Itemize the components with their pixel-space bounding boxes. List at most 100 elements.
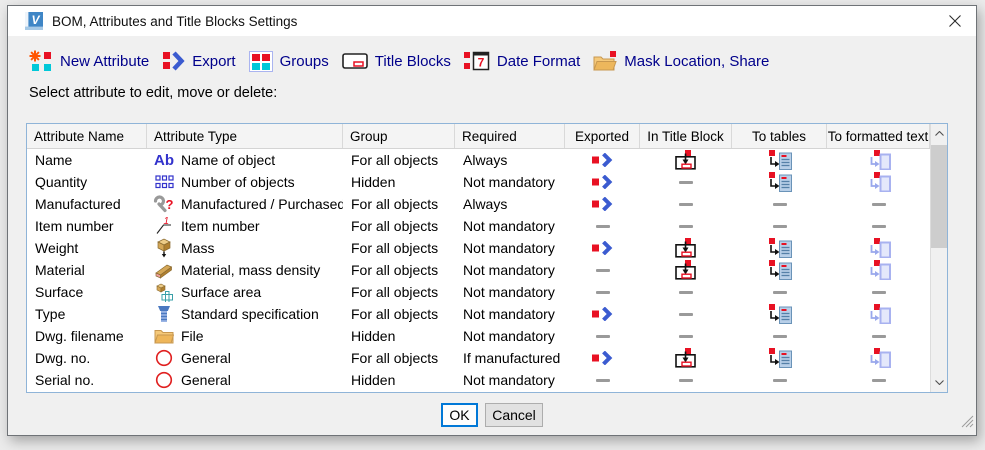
scroll-down-icon[interactable]: [931, 373, 947, 392]
cell-attribute-type: General: [147, 370, 343, 390]
cell-required: Not mandatory: [455, 284, 565, 300]
resize-grip-icon[interactable]: [961, 415, 974, 433]
table-row-material[interactable]: Material Material, mass densityFor all o…: [27, 259, 930, 281]
ok-button[interactable]: OK: [441, 403, 478, 427]
mass-icon: [152, 238, 176, 258]
svg-text:Ab: Ab: [154, 152, 174, 168]
scrollbar-track[interactable]: [931, 143, 947, 373]
svg-text:?: ?: [166, 197, 174, 212]
cell-to-tables: [732, 282, 827, 302]
flag-ftext-icon: [867, 304, 891, 324]
cell-attribute-type: Material, mass density: [147, 260, 343, 280]
table-row-dwg-filename[interactable]: Dwg. filename FileHiddenNot mandatory: [27, 325, 930, 347]
flag-tables-icon: [768, 238, 792, 258]
date-format-icon: 7: [464, 51, 490, 71]
vertical-scrollbar[interactable]: [930, 124, 947, 392]
cell-in-title-block: [640, 260, 732, 280]
toolbar-item-label: Mask Location, Share: [624, 53, 769, 70]
column-header-in-title-block[interactable]: In Title Block: [640, 124, 732, 148]
number-of-objects-icon: [152, 175, 176, 189]
toolbar-item-label: New Attribute: [60, 53, 149, 70]
cell-exported: [565, 197, 640, 211]
flag-exported-icon: [592, 197, 614, 211]
cell-attribute-type: 1Item number: [147, 216, 343, 236]
app-logo-icon: V: [25, 12, 43, 30]
cell-to-formatted-text: [827, 238, 930, 258]
cell-exported: [565, 153, 640, 167]
scrollbar-thumb[interactable]: [931, 145, 947, 248]
cell-to-formatted-text: [827, 348, 930, 368]
surface-area-icon: [152, 282, 176, 302]
title-bar[interactable]: V BOM, Attributes and Title Blocks Setti…: [8, 6, 976, 36]
cell-to-tables: [732, 216, 827, 236]
attribute-type-label: Number of objects: [181, 174, 295, 190]
flag-title-block-icon: [674, 260, 698, 280]
dash-icon: [769, 326, 791, 346]
dash-icon: [592, 216, 614, 236]
dash-icon: [868, 370, 890, 390]
manufactured-purchased-icon: ?: [152, 195, 176, 213]
flag-tables-icon: [768, 172, 792, 192]
cell-required: Always: [455, 196, 565, 212]
cell-group: For all objects: [343, 196, 455, 212]
table-row-serial-no[interactable]: Serial no.GeneralHiddenNot mandatory: [27, 369, 930, 391]
toolbar-item-mask-location-share[interactable]: Mask Location, Share: [593, 51, 769, 72]
instruction-label: Select attribute to edit, move or delete…: [29, 85, 976, 101]
cell-required: Not mandatory: [455, 328, 565, 344]
cell-exported: [565, 260, 640, 280]
table-body: Name AbName of objectFor all objectsAlwa…: [27, 149, 930, 392]
cell-required: Not mandatory: [455, 306, 565, 322]
close-icon[interactable]: [934, 6, 976, 36]
table-row-name[interactable]: Name AbName of objectFor all objectsAlwa…: [27, 149, 930, 171]
column-header-group[interactable]: Group: [343, 124, 455, 148]
groups-icon: [249, 51, 273, 72]
column-header-to-formatted-text[interactable]: To formatted text: [827, 124, 930, 148]
cell-to-formatted-text: [827, 326, 930, 346]
dash-icon: [675, 326, 697, 346]
table-row-dwg-no[interactable]: Dwg. no.GeneralFor all objectsIf manufac…: [27, 347, 930, 369]
toolbar-item-date-format[interactable]: 7Date Format: [464, 51, 580, 71]
cell-attribute-type: Mass: [147, 238, 343, 258]
table-row-item-number[interactable]: Item number 1Item numberFor all objectsN…: [27, 215, 930, 237]
toolbar-item-title-blocks[interactable]: Title Blocks: [342, 53, 451, 70]
cell-in-title-block: [640, 216, 732, 236]
cell-in-title-block: [640, 326, 732, 346]
scroll-up-icon[interactable]: [931, 124, 947, 143]
flag-title-block-icon: [674, 150, 698, 170]
column-header-exported[interactable]: Exported: [565, 124, 640, 148]
column-header-required[interactable]: Required: [455, 124, 565, 148]
flag-tables-icon: [768, 150, 792, 170]
item-number-icon: 1: [152, 216, 176, 236]
table-row-quantity[interactable]: Quantity Number of objectsHiddenNot mand…: [27, 171, 930, 193]
cell-attribute-name: Manufactured: [27, 196, 147, 212]
table-row-manufactured[interactable]: Manufactured ?Manufactured / PurchasedFo…: [27, 193, 930, 215]
toolbar-item-new-attribute[interactable]: New Attribute: [29, 50, 149, 72]
cancel-button[interactable]: Cancel: [485, 403, 543, 427]
cell-exported: [565, 326, 640, 346]
cell-attribute-type: Standard specification: [147, 304, 343, 324]
table-row-weight[interactable]: Weight MassFor all objectsNot mandatory: [27, 237, 930, 259]
title-blocks-icon: [342, 53, 368, 69]
cell-required: Not mandatory: [455, 262, 565, 278]
column-header-to-tables[interactable]: To tables: [732, 124, 827, 148]
cell-exported: [565, 370, 640, 390]
cell-attribute-name: Surface: [27, 284, 147, 300]
dash-icon: [675, 216, 697, 236]
cell-attribute-type: Surface area: [147, 282, 343, 302]
table-row-surface[interactable]: Surface Surface areaFor all objectsNot m…: [27, 281, 930, 303]
column-header-attribute-type[interactable]: Attribute Type: [147, 124, 343, 148]
cell-in-title-block: [640, 172, 732, 192]
column-header-attribute-name[interactable]: Attribute Name: [27, 124, 147, 148]
cell-attribute-name: Weight: [27, 240, 147, 256]
dash-icon: [868, 194, 890, 214]
toolbar-item-export[interactable]: Export: [162, 51, 235, 71]
cell-to-tables: [732, 238, 827, 258]
attribute-type-label: Standard specification: [181, 306, 319, 322]
cell-attribute-type: File: [147, 328, 343, 344]
flag-tables-icon: [768, 348, 792, 368]
cell-attribute-name: Type: [27, 306, 147, 322]
toolbar-item-groups[interactable]: Groups: [249, 51, 329, 72]
window-title: BOM, Attributes and Title Blocks Setting…: [52, 14, 297, 29]
table-row-type[interactable]: Type Standard specificationFor all objec…: [27, 303, 930, 325]
cell-in-title-block: [640, 348, 732, 368]
